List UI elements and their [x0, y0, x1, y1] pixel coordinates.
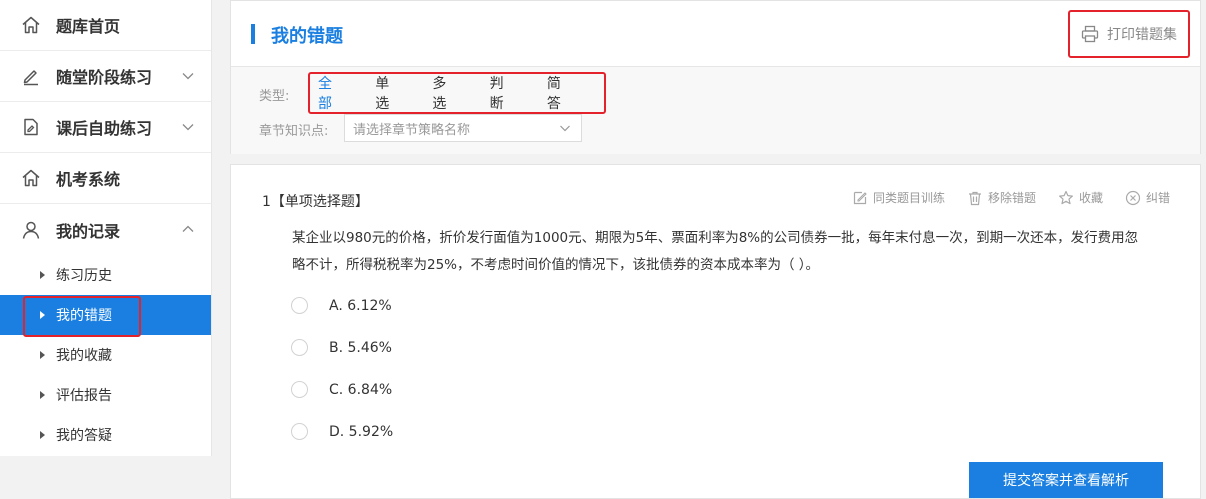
- printer-icon: [1081, 25, 1099, 43]
- question-card: 1【单项选择题】 同类题目训练 移除错题 收藏 纠错 某企业以980元的价格，折…: [230, 164, 1201, 499]
- filter-area: 类型: 全部 单选 多选 判断 简答 章节知识点: 请选择章节策略名称: [231, 67, 1200, 154]
- sidebar-item-self-practice[interactable]: 课后自助练习: [0, 102, 211, 153]
- option-d[interactable]: D. 5.92%: [291, 423, 393, 440]
- option-c[interactable]: C. 6.84%: [291, 381, 392, 398]
- user-icon: [20, 219, 42, 241]
- remove-wrong-question-button[interactable]: 移除错题: [967, 189, 1036, 206]
- chevron-down-icon: [182, 124, 194, 131]
- chapter-select[interactable]: 请选择章节策略名称: [344, 114, 582, 142]
- option-b[interactable]: B. 5.46%: [291, 339, 392, 356]
- triangle-right-icon: [40, 431, 45, 439]
- question-number: 1: [262, 194, 271, 210]
- type-filter-true-false[interactable]: 判断: [490, 73, 514, 113]
- home-icon: [20, 167, 42, 189]
- similar-question-training-button[interactable]: 同类题目训练: [852, 189, 945, 206]
- triangle-right-icon: [40, 391, 45, 399]
- question-stem: 某企业以980元的价格，折价发行面值为1000元、期限为5年、票面利率为8%的公…: [292, 230, 1139, 273]
- edit-icon: [853, 191, 867, 204]
- option-a[interactable]: A. 6.12%: [291, 297, 392, 314]
- sidebar-item-label: 课后自助练习: [56, 119, 153, 138]
- type-filter-short-answer[interactable]: 简答: [547, 73, 571, 113]
- type-filter-all[interactable]: 全部: [318, 73, 342, 113]
- sidebar: 题库首页 随堂阶段练习 课后自助练习 机考系统 我的记录 练习历史 我的错题 我…: [0, 0, 212, 456]
- question-type: 【单项选择题】: [270, 194, 369, 210]
- sidebar-item-my-records[interactable]: 我的记录: [0, 204, 211, 255]
- option-text: D. 5.92%: [329, 423, 394, 440]
- sidebar-item-question-bank-home[interactable]: 题库首页: [0, 0, 211, 51]
- sidebar-sub-item-assessment-report[interactable]: 评估报告: [0, 375, 211, 415]
- sidebar-item-classroom-practice[interactable]: 随堂阶段练习: [0, 51, 211, 102]
- home-icon: [20, 14, 42, 36]
- sidebar-item-label: 题库首页: [56, 17, 121, 36]
- document-edit-icon: [20, 116, 42, 138]
- title-bar: 我的错题 打印错题集: [231, 1, 1200, 67]
- page-title: 我的错题: [271, 26, 343, 47]
- radio-button[interactable]: [291, 381, 308, 398]
- sidebar-sub-item-my-wrong-questions[interactable]: 我的错题: [0, 295, 211, 335]
- action-label: 移除错题: [987, 191, 1036, 205]
- print-button-label: 打印错题集: [1107, 27, 1177, 43]
- radio-button[interactable]: [291, 297, 308, 314]
- submit-answer-button[interactable]: 提交答案并查看解析: [969, 462, 1163, 498]
- chapter-filter-label: 章节知识点:: [259, 124, 329, 139]
- chevron-down-icon: [182, 73, 194, 80]
- triangle-right-icon: [40, 351, 45, 359]
- chevron-up-icon: [182, 225, 194, 232]
- sidebar-sub-item-my-qa[interactable]: 我的答疑: [0, 415, 211, 455]
- question-actions: 同类题目训练 移除错题 收藏 纠错: [830, 189, 1170, 206]
- report-error-button[interactable]: 纠错: [1125, 189, 1170, 206]
- question-header: 1【单项选择题】: [262, 191, 369, 211]
- header-panel: 我的错题 打印错题集 类型: 全部 单选 多选 判断 简答 章节知识点: 请选择…: [230, 0, 1201, 154]
- close-circle-icon: [1125, 190, 1141, 205]
- radio-button[interactable]: [291, 339, 308, 356]
- type-filter-label: 类型:: [259, 89, 290, 104]
- type-filter-single-choice[interactable]: 单选: [375, 73, 399, 113]
- sidebar-item-label: 机考系统: [56, 170, 121, 189]
- option-text: A. 6.12%: [329, 297, 392, 314]
- star-icon: [1058, 190, 1073, 204]
- favorite-button[interactable]: 收藏: [1058, 189, 1103, 206]
- sidebar-item-label: 我的记录: [56, 221, 121, 241]
- trash-icon: [968, 191, 981, 205]
- triangle-right-icon: [40, 271, 45, 279]
- option-text: B. 5.46%: [329, 339, 392, 356]
- sidebar-item-exam-system[interactable]: 机考系统: [0, 153, 211, 204]
- sidebar-sub-item-label: 我的错题: [56, 308, 112, 324]
- sidebar-sub-item-label: 评估报告: [56, 388, 112, 404]
- chevron-down-icon: [560, 125, 570, 132]
- action-label: 纠错: [1145, 191, 1170, 205]
- sidebar-item-label: 随堂阶段练习: [56, 68, 153, 87]
- print-wrong-questions-button[interactable]: 打印错题集: [1068, 10, 1190, 58]
- sidebar-sub-item-label: 练习历史: [56, 268, 112, 284]
- chapter-select-placeholder: 请选择章节策略名称: [353, 122, 471, 138]
- type-filter-multiple-choice[interactable]: 多选: [432, 73, 456, 113]
- sidebar-sub-list: 练习历史 我的错题 我的收藏 评估报告 我的答疑: [0, 255, 211, 455]
- sidebar-sub-item-practice-history[interactable]: 练习历史: [0, 255, 211, 295]
- action-label: 收藏: [1078, 191, 1103, 205]
- sidebar-sub-item-label: 我的答疑: [56, 428, 112, 444]
- sidebar-sub-item-my-favorites[interactable]: 我的收藏: [0, 335, 211, 375]
- sidebar-sub-item-label: 我的收藏: [56, 348, 112, 364]
- option-text: C. 6.84%: [329, 381, 393, 398]
- type-filter-group: 全部 单选 多选 判断 简答: [308, 72, 606, 114]
- radio-button[interactable]: [291, 423, 308, 440]
- title-accent-bar: [251, 24, 255, 44]
- triangle-right-icon: [40, 311, 45, 319]
- action-label: 同类题目训练: [872, 191, 945, 205]
- pencil-icon: [20, 65, 42, 87]
